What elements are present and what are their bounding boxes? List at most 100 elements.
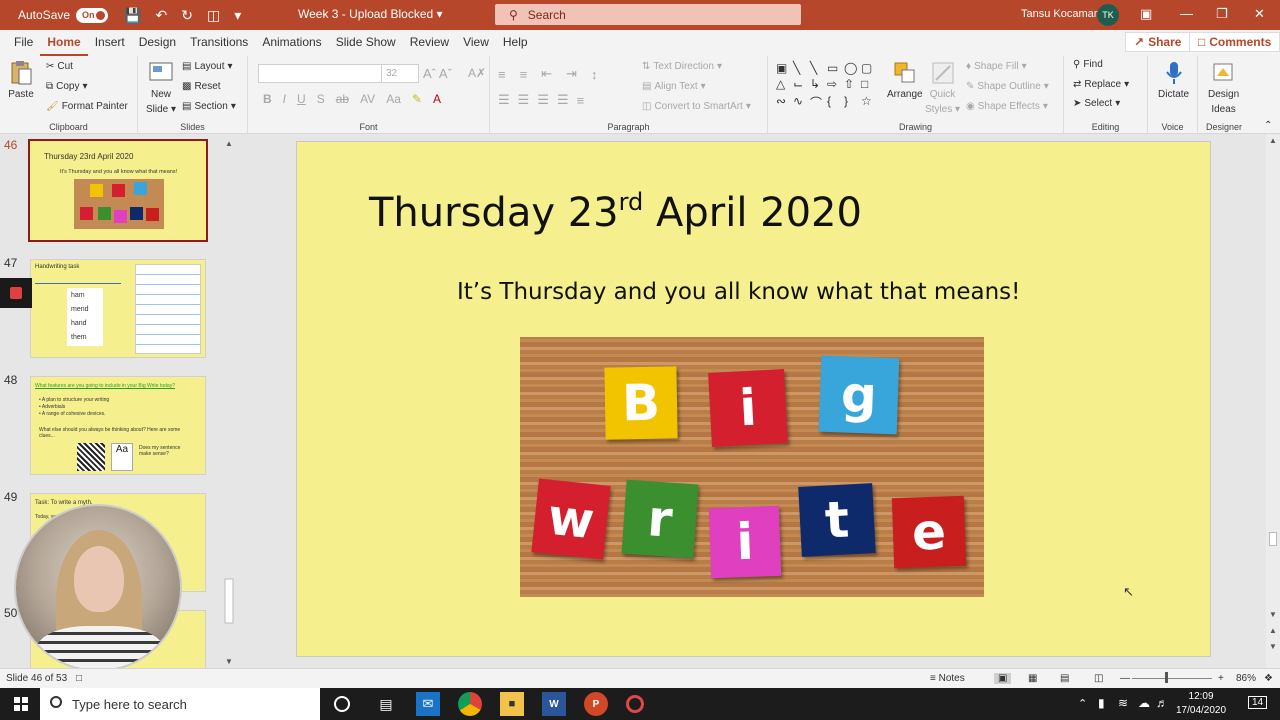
rounded-rect-shape-icon[interactable]: ▢	[861, 61, 877, 75]
show-hidden-icons[interactable]: ⌃	[1078, 697, 1087, 710]
highlight-icon[interactable]: ✎	[412, 92, 422, 106]
font-size-input[interactable]: 32	[381, 64, 419, 83]
shape-fill-button[interactable]: ♦ Shape Fill ▾	[966, 61, 1027, 72]
autosave[interactable]: AutoSave On	[18, 7, 109, 23]
tab-animations[interactable]: Animations	[255, 30, 328, 56]
tab-home[interactable]: Home	[40, 30, 88, 56]
taskbar-clock[interactable]: 12:09 17/04/2020	[1176, 690, 1226, 718]
tab-design[interactable]: Design	[132, 30, 183, 56]
find-button[interactable]: ⚲ Find	[1073, 59, 1103, 70]
slideshow-icon[interactable]: ◫	[1094, 673, 1103, 684]
user-name[interactable]: Tansu Kocaman	[1021, 8, 1100, 20]
wifi-icon[interactable]: ≋	[1118, 696, 1128, 710]
replace-button[interactable]: ⇄ Replace ▾	[1073, 79, 1129, 90]
underline-icon[interactable]: U	[297, 92, 306, 106]
document-title[interactable]: Week 3 - Upload Blocked ▾	[298, 7, 443, 21]
arc-shape-icon[interactable]: ⌒	[810, 94, 826, 111]
font-color-icon[interactable]: A	[433, 92, 441, 106]
line-shape-icon[interactable]: ╲	[810, 61, 826, 75]
star-shape-icon[interactable]: ☆	[861, 94, 877, 111]
present-icon[interactable]: ◫	[207, 7, 220, 24]
quick-styles-button[interactable]: Quick Styles ▾	[925, 60, 960, 116]
justify-icon[interactable]: ☰	[557, 92, 569, 108]
task-view-icon[interactable]: ▤	[374, 692, 398, 716]
arrange-button[interactable]: Arrange	[887, 60, 923, 100]
search-box[interactable]: ⚲ Search	[495, 4, 801, 25]
freeform-shape-icon[interactable]: ∿	[793, 94, 809, 111]
reset-button[interactable]: ▩ Reset	[182, 81, 221, 92]
restore-icon[interactable]: ❐	[1216, 6, 1228, 22]
screen-recorder-icon[interactable]	[626, 695, 644, 713]
scroll-thumb[interactable]	[1269, 532, 1277, 546]
brace-shape-icon[interactable]: }	[844, 94, 860, 111]
text-direction-button[interactable]: ⇅ Text Direction ▾	[642, 61, 722, 72]
powerpoint-icon[interactable]: P	[584, 692, 608, 716]
bullets-icon[interactable]: ≡	[498, 67, 506, 82]
tab-insert[interactable]: Insert	[88, 30, 132, 56]
fit-slide-icon[interactable]: ❖	[1264, 673, 1273, 684]
layout-button[interactable]: ▤ Layout ▾	[182, 61, 233, 72]
scroll-up-icon[interactable]: ▲	[1269, 136, 1277, 145]
strikethrough-icon[interactable]: ab	[336, 92, 349, 106]
share-button[interactable]: ↗ Share	[1125, 32, 1191, 52]
notes-button[interactable]: ≡ Notes	[930, 673, 965, 684]
copy-button[interactable]: ⧉ Copy ▾	[46, 81, 88, 92]
design-ideas-button[interactable]: Design Ideas	[1208, 60, 1239, 116]
file-explorer-icon[interactable]: ■	[500, 692, 524, 716]
zoom-out-icon[interactable]: —	[1120, 673, 1130, 684]
tab-file[interactable]: File	[7, 30, 40, 56]
normal-view-icon[interactable]: ▣	[994, 673, 1012, 684]
volume-icon[interactable]: ♬	[1156, 696, 1168, 710]
windows-start-icon[interactable]	[14, 697, 28, 711]
align-center-icon[interactable]: ☰	[518, 92, 530, 108]
new-slide-button[interactable]: New Slide ▾	[146, 60, 176, 116]
close-icon[interactable]: ✕	[1254, 6, 1265, 22]
cortana-icon[interactable]	[334, 696, 350, 712]
brace-shape-icon[interactable]: {	[827, 94, 843, 111]
bold-icon[interactable]: B	[263, 92, 272, 106]
customize-icon[interactable]: ▾	[234, 7, 241, 24]
numbering-icon[interactable]: ≡	[520, 67, 528, 82]
minimize-icon[interactable]: —	[1180, 6, 1193, 21]
chrome-icon[interactable]	[458, 692, 482, 716]
ribbon-display-icon[interactable]: ▣	[1140, 6, 1152, 22]
paste-button[interactable]: Paste	[8, 60, 34, 100]
tab-transitions[interactable]: Transitions	[183, 30, 255, 56]
slide-thumbnail-47[interactable]: Handwriting task ham mend hand them	[30, 259, 206, 358]
shape-outline-button[interactable]: ✎ Shape Outline ▾	[966, 81, 1049, 92]
connector-shape-icon[interactable]: ⌙	[793, 77, 809, 91]
columns-icon[interactable]: ≡	[577, 93, 585, 108]
increase-font-icon[interactable]: Aˆ Aˇ	[423, 66, 452, 81]
align-right-icon[interactable]: ☰	[537, 92, 549, 108]
shape-effects-button[interactable]: ◉ Shape Effects ▾	[966, 101, 1048, 112]
big-write-image[interactable]: B i g w r i t e	[520, 337, 984, 597]
stop-recording-button[interactable]	[0, 278, 32, 308]
section-button[interactable]: ▤ Section ▾	[182, 101, 236, 112]
redo-icon[interactable]: ↻	[181, 7, 193, 24]
cut-button[interactable]: ✂ Cut	[46, 61, 73, 72]
zoom-slider-thumb[interactable]	[1165, 672, 1168, 683]
scroll-down-icon[interactable]: ▼	[1269, 610, 1277, 619]
tab-view[interactable]: View	[456, 30, 496, 56]
reading-view-icon[interactable]: ▤	[1060, 673, 1069, 684]
microphone-icon[interactable]: ▮	[1098, 696, 1105, 710]
tab-slide-show[interactable]: Slide Show	[329, 30, 403, 56]
zoom-slider[interactable]	[1132, 678, 1212, 679]
align-text-button[interactable]: ▤ Align Text ▾	[642, 81, 706, 92]
zoom-in-icon[interactable]: +	[1218, 673, 1224, 684]
slide-thumbnail-46[interactable]: Thursday 23rd April 2020 It's Thursday a…	[28, 139, 208, 242]
undo-icon[interactable]: ↶	[155, 7, 167, 24]
next-slide-icon[interactable]: ▼	[1269, 642, 1277, 651]
arrow-shape-icon[interactable]: ⇨	[827, 77, 843, 91]
connector-shape-icon[interactable]: ↳	[810, 77, 826, 91]
arrow-shape-icon[interactable]: ⇧	[844, 77, 860, 91]
char-spacing-icon[interactable]: AV	[360, 92, 375, 106]
avatar[interactable]: TK	[1097, 4, 1119, 26]
italic-icon[interactable]: I	[283, 92, 286, 106]
slide-editing-canvas[interactable]: Thursday 23rd April 2020 It’s Thursday a…	[240, 134, 1266, 668]
autosave-toggle[interactable]: On	[76, 7, 109, 23]
clear-formatting-icon[interactable]: A✗	[468, 66, 486, 80]
tab-help[interactable]: Help	[496, 30, 535, 56]
word-icon[interactable]: W	[542, 692, 566, 716]
slide-thumbnail-48[interactable]: What features are you going to include i…	[30, 376, 206, 475]
